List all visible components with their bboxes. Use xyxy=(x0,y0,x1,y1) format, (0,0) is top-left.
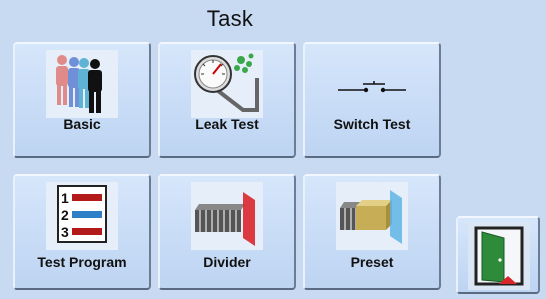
switch-test-button[interactable]: Switch Test xyxy=(303,42,441,158)
svg-text:1: 1 xyxy=(61,190,69,206)
switch-test-label: Switch Test xyxy=(333,116,411,132)
people-icon xyxy=(46,50,118,118)
divider-icon xyxy=(191,182,263,250)
switch-icon xyxy=(338,81,406,93)
preset-button[interactable]: Preset xyxy=(303,174,441,290)
pressure-gauge-icon xyxy=(191,50,263,118)
test-program-label: Test Program xyxy=(37,254,127,270)
basic-button[interactable]: Basic xyxy=(13,42,151,158)
svg-text:2: 2 xyxy=(61,207,69,223)
basic-label: Basic xyxy=(63,116,101,132)
svg-text:3: 3 xyxy=(61,224,69,240)
leak-test-button[interactable]: Leak Test xyxy=(158,42,296,158)
preset-icon xyxy=(336,182,408,250)
divider-label: Divider xyxy=(203,254,251,270)
page-title: Task xyxy=(206,6,254,31)
exit-button[interactable] xyxy=(456,216,540,294)
numbered-list-icon: 1 2 3 xyxy=(46,182,118,250)
preset-label: Preset xyxy=(350,254,394,270)
divider-button[interactable]: Divider xyxy=(158,174,296,290)
leak-test-label: Leak Test xyxy=(195,116,259,132)
exit-door-icon xyxy=(468,222,530,290)
test-program-button[interactable]: 1 2 3 Test Program xyxy=(13,174,151,290)
task-screen: Task Basic Leak Test Switch Test 1 2 3 T… xyxy=(0,0,546,299)
